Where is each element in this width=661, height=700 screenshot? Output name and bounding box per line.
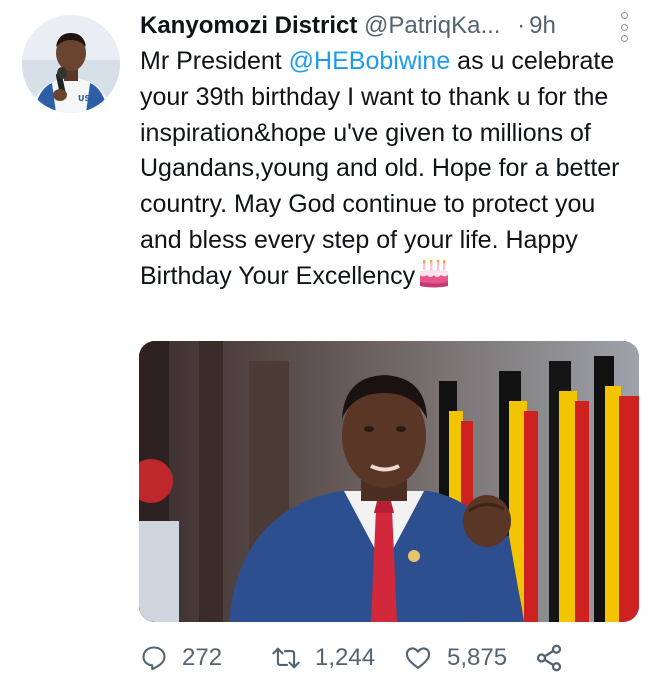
timestamp[interactable]: 9h bbox=[529, 12, 556, 39]
tweet-text-body: as u celebrate your 39th birthday I want… bbox=[140, 47, 620, 290]
author-name[interactable]: Kanyomozi District bbox=[140, 12, 357, 39]
reply-count: 272 bbox=[182, 644, 223, 671]
heart-icon bbox=[405, 647, 431, 669]
separator-dot: · bbox=[517, 12, 526, 39]
tweet-header: Kanyomozi District @PatriqKa... · 9h bbox=[140, 8, 640, 48]
tweet-media-photo[interactable] bbox=[139, 341, 639, 622]
more-options-icon[interactable] bbox=[614, 12, 634, 42]
retweet-button[interactable]: 1,244 bbox=[271, 644, 403, 672]
avatar-shirt-text: USEN bbox=[78, 94, 102, 103]
like-count: 5,875 bbox=[447, 644, 508, 671]
author-avatar[interactable]: USEN bbox=[22, 15, 120, 113]
tweet-text: Mr President @HEBobiwine as u celebrate … bbox=[140, 44, 640, 299]
share-button[interactable] bbox=[534, 643, 564, 673]
share-icon bbox=[536, 644, 562, 672]
birthday-cake-emoji bbox=[419, 258, 449, 299]
media-image bbox=[139, 341, 639, 622]
reply-icon bbox=[142, 646, 166, 671]
reply-button[interactable]: 272 bbox=[140, 644, 271, 672]
author-handle[interactable]: @PatriqKa... bbox=[364, 12, 500, 39]
like-button[interactable]: 5,875 bbox=[403, 644, 534, 672]
tweet-text-intro: Mr President bbox=[140, 47, 289, 75]
retweet-icon bbox=[272, 647, 300, 669]
mention-link[interactable]: @HEBobiwine bbox=[289, 47, 451, 75]
retweet-count: 1,244 bbox=[315, 644, 376, 671]
tweet-actions: 272 1,244 5,875 bbox=[140, 638, 640, 678]
avatar-photo: USEN bbox=[22, 15, 120, 113]
